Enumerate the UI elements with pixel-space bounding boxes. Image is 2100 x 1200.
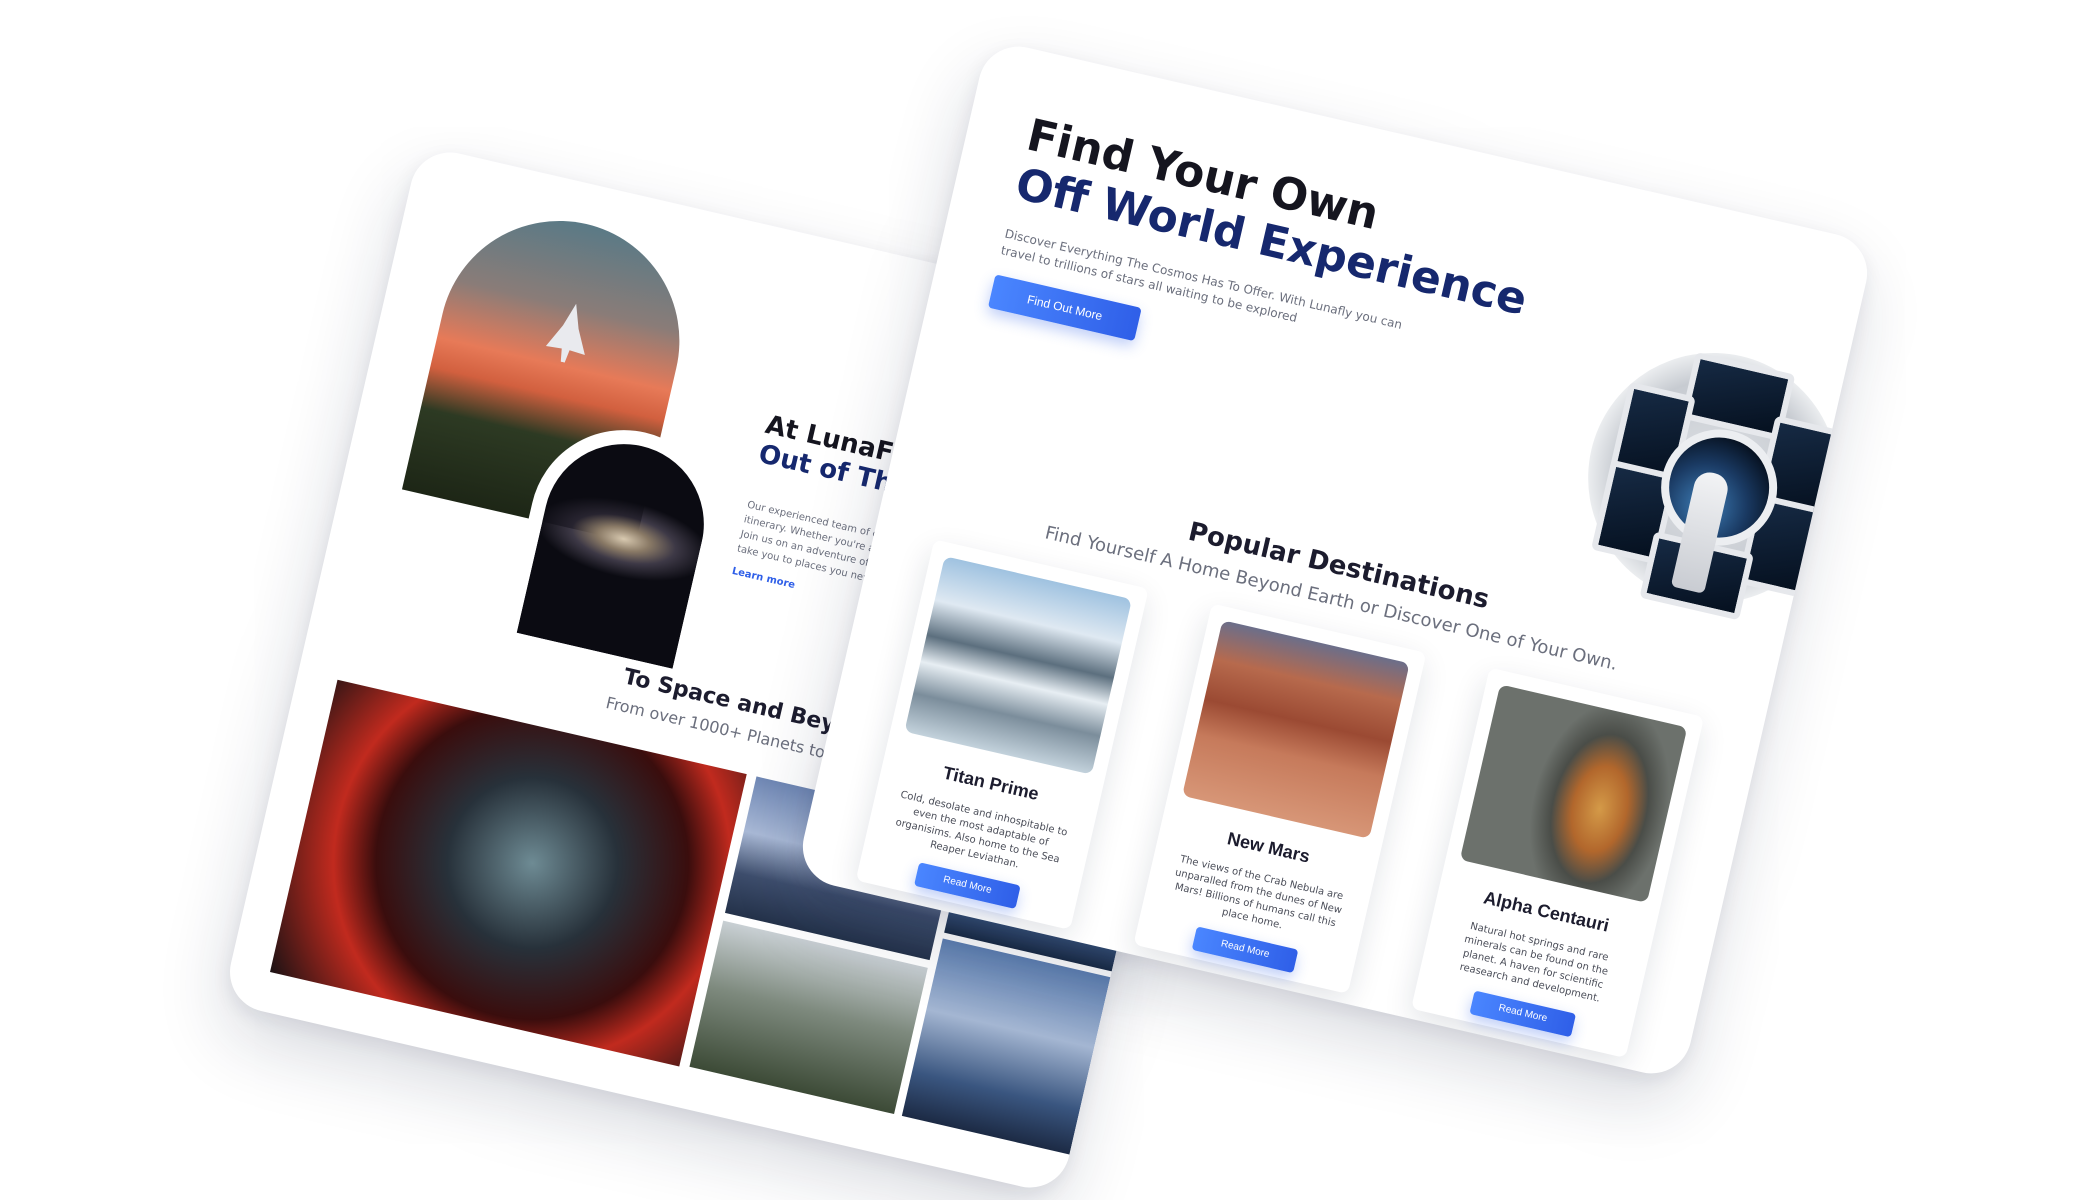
- destination-card-titan-prime[interactable]: Titan Prime Cold, desolate and inhospita…: [855, 539, 1149, 930]
- destination-card-alpha-centauri[interactable]: Alpha Centauri Natural hot springs and r…: [1411, 667, 1705, 1059]
- gallery-image-sci-fi-metropolis: [901, 938, 1111, 1155]
- titan-prime-image: [904, 556, 1132, 775]
- new-mars-image: [1182, 620, 1410, 839]
- destination-card-new-mars[interactable]: New Mars The views of the Crab Nebula ar…: [1133, 603, 1427, 994]
- gallery-image-spaceship-city: [270, 679, 747, 1067]
- space-station-window-image: [1563, 328, 1864, 628]
- alpha-centauri-image: [1459, 684, 1688, 903]
- shuttle-graphic: [543, 299, 595, 366]
- learn-more-link[interactable]: Learn more: [731, 566, 796, 591]
